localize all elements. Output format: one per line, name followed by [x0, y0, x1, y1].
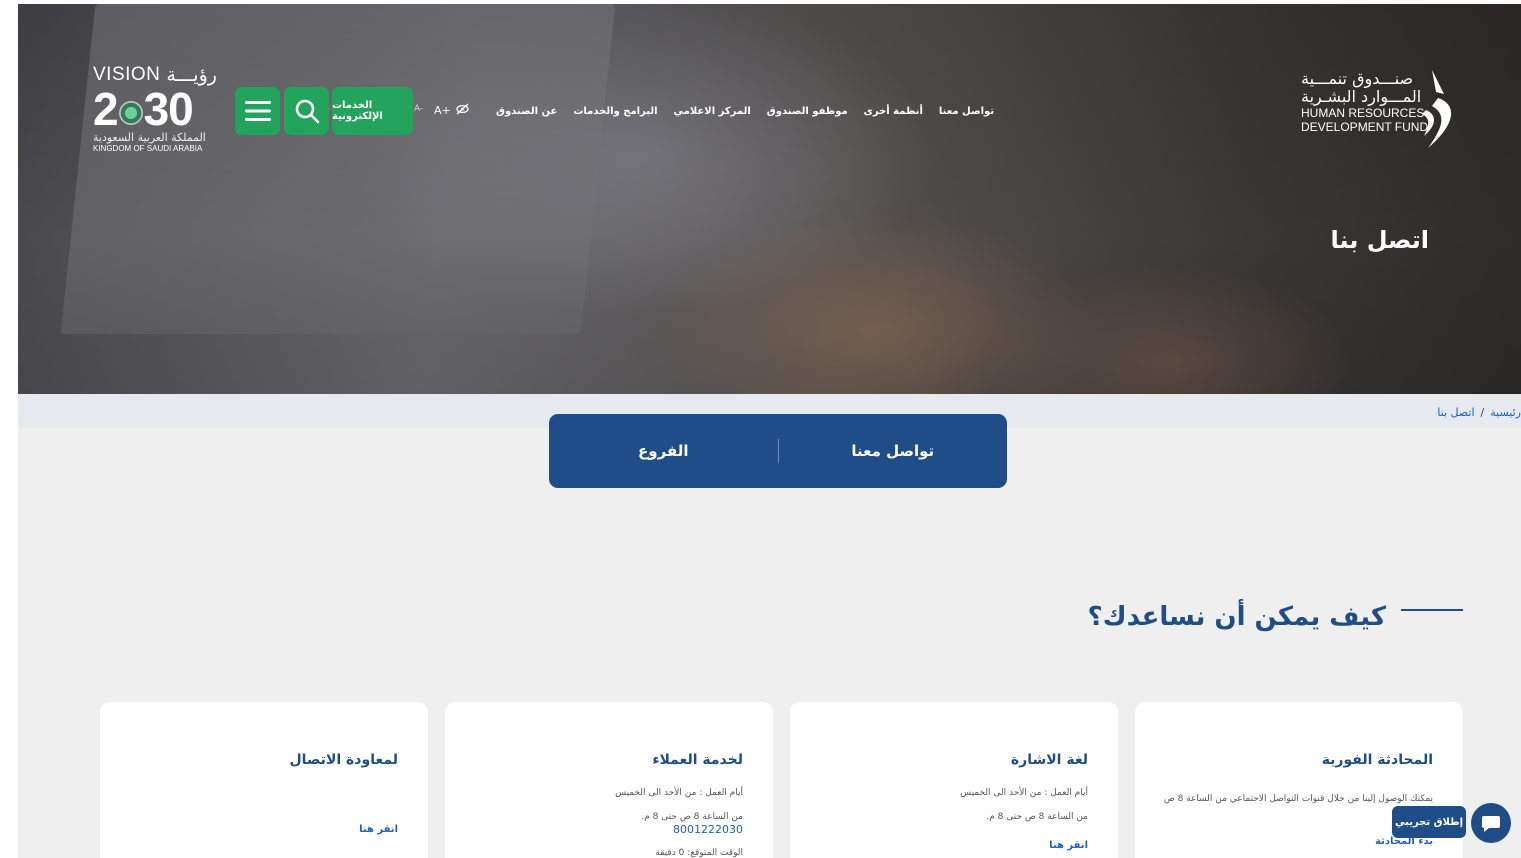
- nav-about[interactable]: عن الصندوق: [496, 106, 557, 117]
- card-customer-service: لخدمة العملاء أيام العمل : من الأحد الى …: [445, 702, 773, 858]
- menu-button[interactable]: [235, 87, 280, 135]
- card-title: المحادثة الفورية: [1321, 752, 1433, 768]
- vision-num-left: 2: [93, 83, 119, 135]
- sign-language-link[interactable]: انقر هنا: [1049, 840, 1088, 851]
- e-services-button[interactable]: الخدمات الإلكترونية: [332, 87, 413, 135]
- tab-contact[interactable]: تواصل معنا: [779, 442, 1008, 460]
- card-title: لغة الاشارة: [1010, 752, 1088, 768]
- vision-kingdom-en: KINGDOM OF SAUDI ARABIA: [93, 144, 203, 153]
- font-decrease-button[interactable]: A-: [414, 104, 423, 114]
- nav-programs[interactable]: البرامج والخدمات: [573, 106, 657, 117]
- vision-number: 2 30: [93, 86, 223, 132]
- vision-kingdom-ar: المملكة العربية السعودية: [93, 131, 206, 144]
- nav-employees[interactable]: موظفو الصندوق: [767, 106, 848, 117]
- contact-tabs: الفروع تواصل معنا: [549, 414, 1007, 488]
- main-nav: عن الصندوق البرامج والخدمات المركز الاعل…: [496, 106, 994, 117]
- e-services-label: الخدمات الإلكترونية: [332, 100, 383, 122]
- card-title: لخدمة العملاء: [652, 752, 743, 768]
- card-wait-time: الوقت المتوقع: 0 دقيقة: [655, 848, 743, 858]
- page-title: اتصل بنا: [1330, 226, 1429, 254]
- beta-launch-badge[interactable]: إطلاق تجريبي: [1392, 806, 1466, 838]
- chat-bubble-icon: [1482, 816, 1500, 832]
- tab-branches[interactable]: الفروع: [549, 442, 778, 460]
- section-title-line: [1401, 609, 1463, 611]
- page-frame: VISION رؤيـــة 2 30 المملكة العربية السعو…: [18, 4, 1521, 858]
- vision-2030-logo[interactable]: VISION رؤيـــة 2 30 المملكة العربية السعو…: [93, 64, 223, 153]
- hrdf-emblem-icon: [1422, 70, 1452, 148]
- breadcrumb: رئيسية / اتصل بنا: [1437, 406, 1521, 419]
- card-working-hours: من الساعة 8 ص حتى 8 م.: [641, 812, 743, 822]
- card-working-days: أيام العمل : من الأحد الى الخميس: [960, 788, 1088, 798]
- card-description: يمكنك الوصول إلينا من خلال قنوات التواصل…: [1163, 794, 1433, 804]
- card-working-days: أيام العمل : من الأحد الى الخميس: [615, 788, 743, 798]
- section-title: كيف يمكن أن نساعدك؟: [1087, 602, 1386, 632]
- callback-link[interactable]: انقر هنا: [359, 824, 398, 835]
- search-icon: [295, 99, 319, 124]
- hero-banner: VISION رؤيـــة 2 30 المملكة العربية السعو…: [18, 4, 1521, 394]
- vision-num-right: 30: [143, 83, 194, 135]
- card-callback: لمعاودة الاتصال انقر هنا: [100, 702, 428, 858]
- nav-other-systems[interactable]: أنظمة أخرى: [864, 106, 923, 117]
- nav-media[interactable]: المركز الاعلامي: [674, 106, 751, 117]
- font-increase-button[interactable]: A+: [434, 104, 451, 117]
- breadcrumb-home[interactable]: رئيسية: [1490, 406, 1521, 419]
- nav-contact[interactable]: تواصل معنا: [939, 106, 994, 117]
- card-sign-language: لغة الاشارة أيام العمل : من الأحد الى ال…: [790, 702, 1118, 858]
- breadcrumb-separator: /: [1480, 406, 1485, 419]
- chat-launcher-button[interactable]: [1471, 803, 1511, 843]
- search-button[interactable]: [284, 87, 329, 135]
- eye-slash-icon: [456, 103, 469, 115]
- hero-overlay: [18, 4, 1521, 394]
- contrast-toggle-button[interactable]: [456, 103, 469, 118]
- card-working-hours: من الساعة 8 ص حتى 8 م.: [986, 812, 1088, 822]
- breadcrumb-current[interactable]: اتصل بنا: [1437, 406, 1474, 419]
- vision-emblem-icon: [118, 100, 143, 125]
- hamburger-menu-icon: [244, 101, 271, 121]
- customer-service-phone[interactable]: 8001222030: [673, 823, 743, 836]
- card-title: لمعاودة الاتصال: [289, 752, 398, 768]
